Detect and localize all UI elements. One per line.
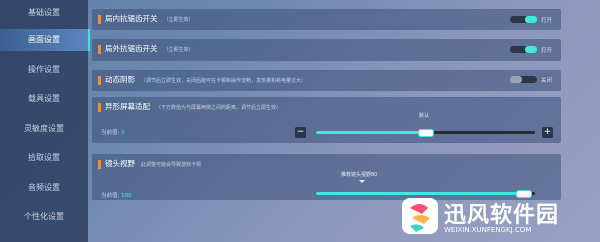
watermark-url: WEIXIN.XUNFENGKJ.COM — [444, 226, 532, 234]
setting-title: 镜头视野 — [105, 159, 135, 168]
notch-slider-thumb[interactable] — [417, 129, 434, 137]
sidebar-item-pickup[interactable]: 拾取设置 — [0, 147, 88, 169]
sidebar: 基础设置 画面设置 操作设置 载具设置 灵敏度设置 拾取设置 音频设置 个性化设… — [0, 0, 90, 242]
sidebar-item-sensitivity[interactable]: 灵敏度设置 — [0, 118, 88, 140]
outdoor-aa-toggle[interactable] — [510, 46, 537, 53]
accent-bar — [98, 76, 101, 85]
sidebar-item-vehicle[interactable]: 载具设置 — [0, 88, 88, 110]
setting-hint: 此调整可能会导致游戏卡顿 — [141, 162, 202, 168]
current-value: 当前值: 0 — [101, 130, 125, 136]
setting-indoor-aa: 局内抗锯齿开关 （立即生效） 打开 — [92, 9, 561, 30]
setting-hint: （立即生效） — [163, 47, 194, 53]
sidebar-item-personalization[interactable]: 个性化设置 — [0, 206, 88, 228]
default-marker-label: 默认 — [419, 113, 430, 119]
watermark-logo-icon — [402, 198, 438, 234]
current-value-number: 100 — [121, 193, 132, 199]
indoor-aa-toggle[interactable] — [510, 16, 537, 23]
sidebar-item-graphics[interactable]: 画面设置 — [0, 29, 90, 51]
accent-bar — [98, 103, 101, 112]
current-value: 当前值: 100 — [101, 193, 132, 199]
toggle-knob — [525, 16, 537, 23]
watermark-name: 迅风软件园 — [444, 203, 560, 228]
toggle-knob — [525, 46, 537, 53]
setting-title: 局外抗锯齿开关 — [105, 44, 158, 53]
setting-hint: （调节后立即生效，关闭后能可在卡顿和操作流畅，发热量和耗电量过大） — [141, 78, 307, 84]
increase-button[interactable]: + — [542, 127, 553, 138]
setting-notch-adapt: 异形屏幕适配 （下方数值为与屏幕两侧之间的距离，调节后立即生效） 当前值: 0 −… — [92, 97, 561, 143]
setting-title: 动态阴影 — [105, 75, 135, 84]
current-value-number: 0 — [121, 130, 125, 136]
toggle-state-label: 打开 — [541, 48, 553, 54]
setting-hint: （立即生效） — [163, 17, 194, 23]
setting-title: 异形屏幕适配 — [105, 102, 150, 111]
marker-arrow-icon — [359, 180, 365, 183]
accent-bar — [98, 160, 101, 169]
accent-bar — [98, 15, 101, 24]
sidebar-item-audio[interactable]: 音频设置 — [0, 177, 88, 199]
dynamic-shadow-toggle[interactable] — [510, 76, 537, 83]
setting-hint: （下方数值为与屏幕两侧之间的距离，调节后立即生效） — [156, 105, 282, 111]
toggle-state-label: 打开 — [541, 18, 553, 24]
decrease-button[interactable]: − — [295, 127, 306, 138]
slider-fill — [316, 131, 426, 134]
recommended-marker-label: 推荐镜头视野80 — [341, 172, 378, 178]
fov-slider-track[interactable] — [316, 192, 535, 195]
setting-title: 局内抗锯齿开关 — [105, 14, 158, 23]
accent-bar — [98, 45, 101, 54]
slider-fill — [316, 192, 525, 195]
sidebar-item-basic[interactable]: 基础设置 — [0, 2, 88, 24]
setting-dynamic-shadow: 动态阴影 （调节后立即生效，关闭后能可在卡顿和操作流畅，发热量和耗电量过大） 关闭 — [92, 70, 561, 91]
toggle-state-label: 关闭 — [541, 78, 553, 84]
setting-camera-fov: 镜头视野 此调整可能会导致游戏卡顿 当前值: 100 推荐镜头视野80 — [92, 154, 561, 200]
sidebar-item-controls[interactable]: 操作设置 — [0, 59, 88, 81]
toggle-knob — [510, 76, 522, 83]
setting-outdoor-aa: 局外抗锯齿开关 （立即生效） 打开 — [92, 39, 561, 61]
